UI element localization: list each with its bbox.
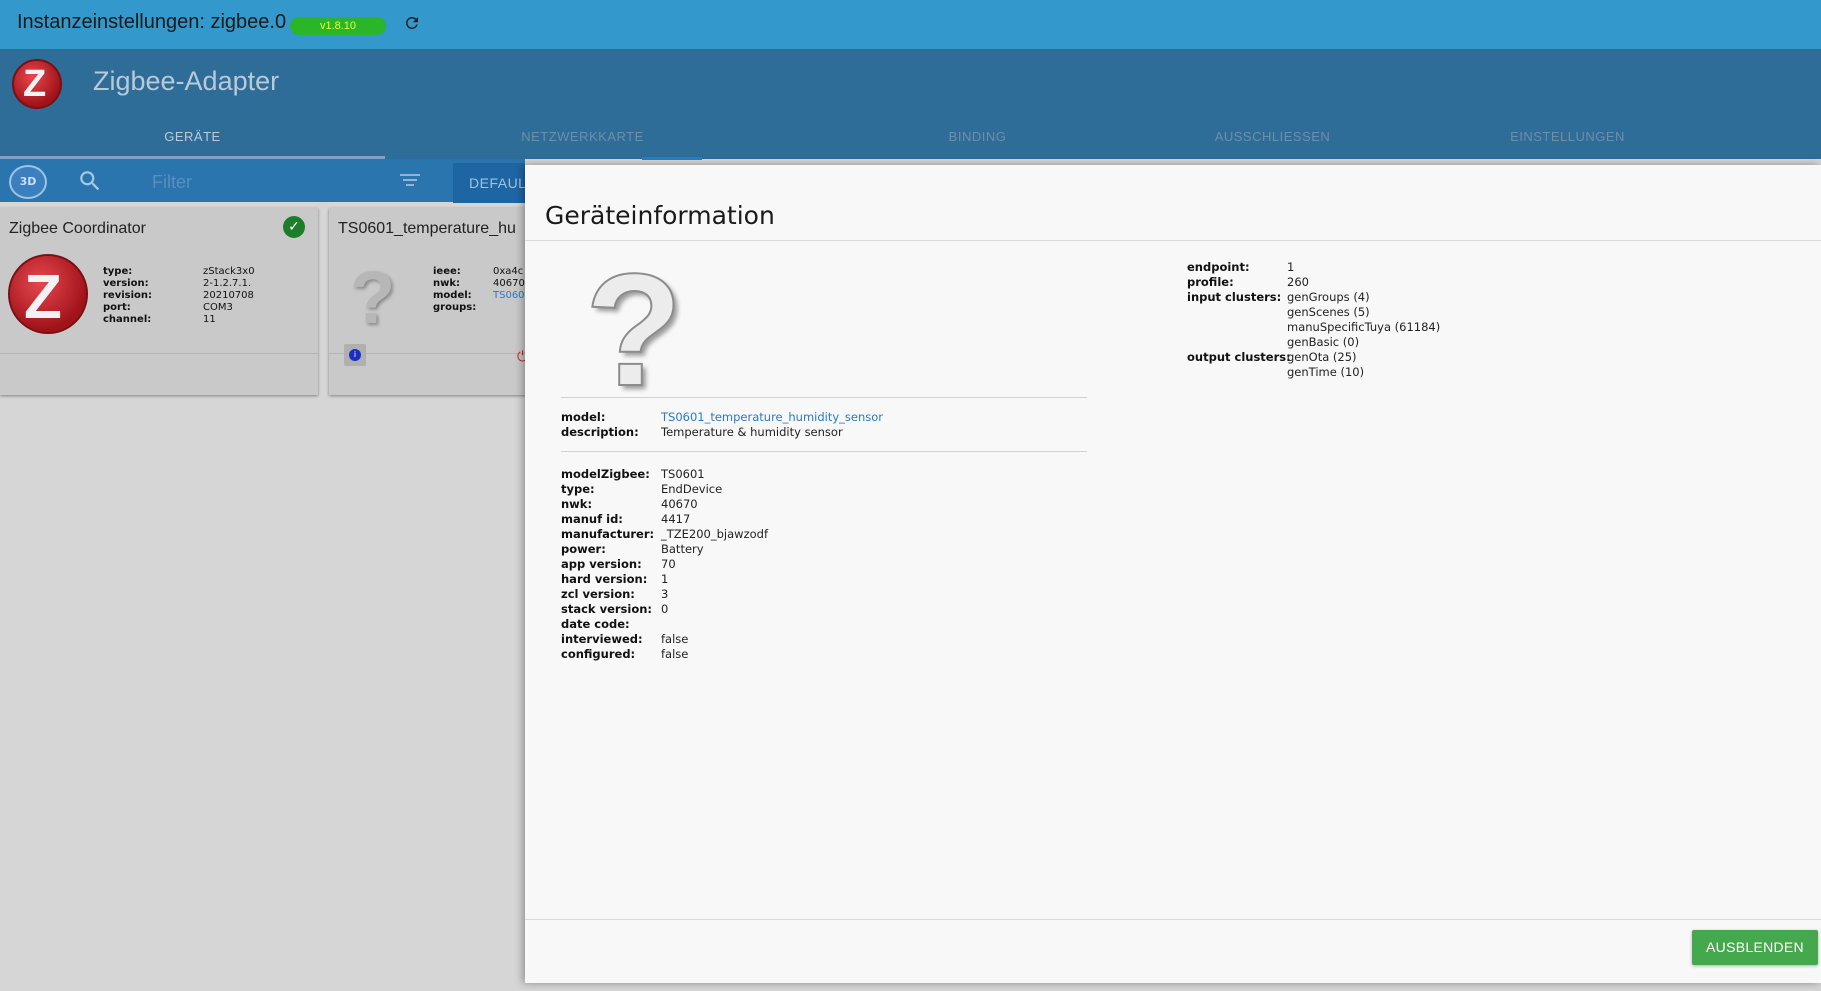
device-info-dialog: Geräteinformation ? model: TS0601_tempera… bbox=[525, 165, 1821, 983]
divider bbox=[525, 240, 1821, 241]
device-details: modelZigbee: TS0601 type: EndDevice nwk: 40… bbox=[561, 467, 768, 661]
window-titlebar: Instanzeinstellungen: zigbee.0 v1.8.10 bbox=[0, 0, 1821, 49]
divider bbox=[525, 919, 1821, 920]
zigbee-logo: Z bbox=[12, 59, 62, 109]
endpoint-details: endpoint: 1 profile: 260 input clusters: ge… bbox=[1187, 260, 1441, 379]
tab-geraete[interactable]: GERÄTE bbox=[0, 121, 385, 159]
model-link[interactable]: TS0601_temperature_humidity_sensor bbox=[661, 410, 883, 425]
info-icon[interactable]: i bbox=[344, 344, 366, 366]
unknown-device-icon: ? bbox=[584, 240, 684, 419]
app-title: Zigbee-Adapter bbox=[93, 66, 280, 96]
window-title: Instanzeinstellungen: zigbee.0 bbox=[17, 11, 287, 33]
coordinator-card: Zigbee Coordinator ✓ Z type: zStack3x0 ve… bbox=[0, 208, 318, 395]
tab-binding[interactable]: BINDING bbox=[780, 121, 1175, 159]
coordinator-logo-icon: Z bbox=[8, 254, 88, 334]
3d-view-button[interactable]: 3D bbox=[9, 165, 47, 199]
device-card[interactable]: TS0601_temperature_hu ? ieee: 0xa4c nwk: 4… bbox=[329, 208, 529, 395]
coordinator-props: type: zStack3x0 version: 2-1.2.7.1. revisi… bbox=[103, 266, 255, 325]
search-icon[interactable] bbox=[77, 168, 103, 194]
divider bbox=[561, 451, 1087, 452]
default-button[interactable]: DEFAUL bbox=[453, 163, 526, 203]
check-circle-icon: ✓ bbox=[283, 216, 305, 238]
sort-icon[interactable] bbox=[400, 172, 420, 188]
model-section: model: TS0601_temperature_humidity_sensor… bbox=[561, 410, 884, 439]
unknown-device-icon: ? bbox=[350, 256, 396, 339]
device-toolbar: 3D DEFAUL bbox=[0, 159, 526, 203]
app-header: Z Zigbee-Adapter GERÄTE NETZWERKKARTE BI… bbox=[0, 49, 1821, 160]
divider bbox=[561, 397, 1087, 398]
refresh-icon[interactable] bbox=[403, 14, 421, 32]
card-footer bbox=[0, 353, 318, 354]
device-props: ieee: 0xa4c nwk: 40670 model: TS060 groups: bbox=[433, 266, 525, 313]
filter-input[interactable] bbox=[152, 171, 372, 193]
version-badge: v1.8.10 bbox=[290, 17, 386, 35]
card-title: Zigbee Coordinator bbox=[9, 220, 146, 237]
tab-indicator bbox=[642, 157, 702, 160]
hide-button[interactable]: AUSBLENDEN bbox=[1692, 930, 1818, 965]
tab-bar: GERÄTE NETZWERKKARTE BINDING AUSSCHLIESS… bbox=[0, 121, 1821, 159]
tab-ausschliessen[interactable]: AUSSCHLIESSEN bbox=[1175, 121, 1370, 159]
dialog-title: Geräteinformation bbox=[545, 201, 775, 230]
tab-einstellungen[interactable]: EINSTELLUNGEN bbox=[1470, 121, 1665, 159]
tab-netzwerkkarte[interactable]: NETZWERKKARTE bbox=[385, 121, 780, 159]
card-title: TS0601_temperature_hu bbox=[338, 220, 516, 237]
